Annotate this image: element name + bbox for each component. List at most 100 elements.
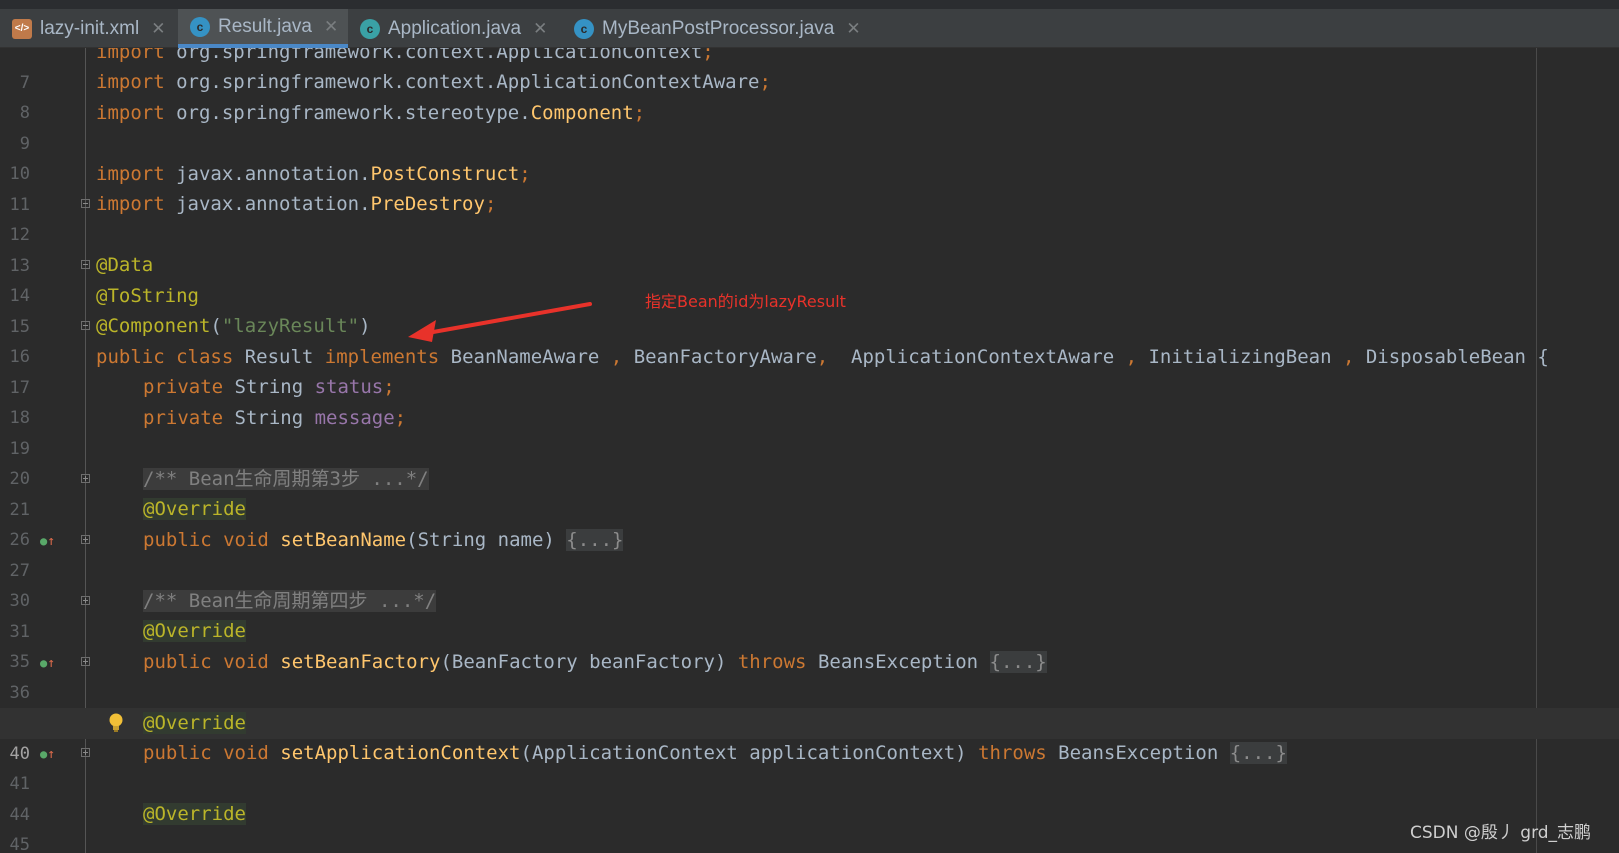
- code-line[interactable]: 30: [0, 555, 1619, 611]
- tab-result-java[interactable]: c Result.java ✕: [178, 9, 348, 48]
- keyword: import: [96, 48, 177, 63]
- implements-method-icon[interactable]: ●↑: [40, 655, 56, 671]
- semicolon: ;: [633, 102, 646, 124]
- code-line[interactable]: 35 @Override: [0, 616, 1619, 672]
- paren: (: [210, 315, 222, 337]
- field-name: message: [314, 407, 395, 429]
- code-line[interactable]: 9 import org.springframework.stereotype.…: [0, 98, 1619, 154]
- semicolon: ;: [394, 407, 407, 429]
- tab-label: Application.java: [388, 17, 522, 39]
- comma: ,: [816, 346, 852, 368]
- code-line[interactable]: 39: [0, 677, 1619, 733]
- code-line[interactable]: 7 import org.springframework.context.App…: [0, 48, 1619, 93]
- semicolon: ;: [484, 193, 497, 215]
- folded-body[interactable]: {...}: [989, 651, 1047, 673]
- code-line[interactable]: 36 ●↑ public void setBeanFactory(BeanFac…: [0, 647, 1619, 703]
- close-icon[interactable]: ✕: [324, 17, 338, 37]
- package-name: org.springframework.context.ApplicationC…: [176, 71, 760, 93]
- tab-application-java[interactable]: c Application.java ✕: [348, 9, 556, 48]
- interface-name: ApplicationContextAware: [851, 346, 1126, 368]
- current-code-line[interactable]: 40 @Override: [0, 708, 1619, 764]
- package-name: org.springframework.context.ApplicationC…: [176, 48, 703, 63]
- lightbulb-icon[interactable]: [108, 712, 124, 734]
- code-line[interactable]: 27 ●↑ public void setBeanName(String nam…: [0, 525, 1619, 581]
- code-line[interactable]: 16 @Component("lazyResult"): [0, 311, 1619, 367]
- close-icon[interactable]: ✕: [151, 19, 165, 39]
- tab-lazy-init-xml[interactable]: </> lazy-init.xml ✕: [0, 9, 178, 48]
- close-icon[interactable]: ✕: [533, 19, 547, 39]
- code-line[interactable]: 19 private String message;: [0, 403, 1619, 459]
- fold-toggle-icon[interactable]: [81, 474, 90, 483]
- folded-doc-comment[interactable]: /** Bean生命周期第四步 ...*/: [143, 590, 437, 612]
- type-name: String: [234, 407, 315, 429]
- annotation: @Data: [96, 254, 154, 276]
- fold-toggle-icon[interactable]: [81, 260, 90, 269]
- keyword: public void: [143, 742, 281, 764]
- keyword: import: [96, 193, 177, 215]
- tab-mybeanpostprocessor-java[interactable]: c MyBeanPostProcessor.java ✕: [562, 9, 862, 48]
- folded-doc-comment[interactable]: /** Bean生命周期第3步 ...*/: [143, 468, 429, 490]
- package-name: javax.annotation.: [176, 193, 371, 215]
- annotation: @Override: [143, 498, 246, 520]
- tab-label: Result.java: [218, 15, 312, 37]
- xml-file-icon: </>: [12, 18, 32, 39]
- annotation: @Override: [143, 803, 246, 825]
- package-name: org.springframework.stereotype.: [176, 102, 531, 124]
- parameters: (String name): [406, 529, 567, 551]
- code-line[interactable]: 44: [0, 769, 1619, 825]
- fold-toggle-icon[interactable]: [81, 657, 90, 666]
- code-line[interactable]: 14 @Data: [0, 250, 1619, 306]
- code-line[interactable]: 31 /** Bean生命周期第四步 ...*/: [0, 586, 1619, 642]
- package-name: javax.annotation.: [176, 163, 371, 185]
- code-line[interactable]: 17 public class Result implements BeanNa…: [0, 342, 1619, 398]
- keyword: private: [143, 407, 235, 429]
- keyword: throws: [978, 742, 1059, 764]
- code-line[interactable]: 45 @Override: [0, 799, 1619, 853]
- interface-name: InitializingBean: [1148, 346, 1343, 368]
- code-line[interactable]: 8 import org.springframework.context.App…: [0, 67, 1619, 123]
- line-number: 45: [9, 835, 30, 853]
- java-class-icon: c: [574, 18, 594, 39]
- class-reference: PreDestroy: [370, 193, 485, 215]
- code-line[interactable]: 12 import javax.annotation.PreDestroy;: [0, 189, 1619, 245]
- keyword: import: [96, 71, 177, 93]
- annotation-arrow: [408, 302, 592, 342]
- fold-toggle-icon[interactable]: [81, 596, 90, 605]
- class-reference: PostConstruct: [370, 163, 520, 185]
- code-line[interactable]: 21 /** Bean生命周期第3步 ...*/: [0, 464, 1619, 520]
- code-line[interactable]: 41 ●↑ public void setApplicationContext(…: [0, 738, 1619, 794]
- comma: ,: [1342, 346, 1366, 368]
- java-runnable-class-icon: c: [360, 18, 380, 39]
- exception-name: BeansException: [1058, 742, 1230, 764]
- code-line[interactable]: 10: [0, 128, 1619, 184]
- code-editor[interactable]: 7 import org.springframework.context.App…: [0, 48, 1619, 853]
- keyword: public class: [96, 346, 245, 368]
- code-line[interactable]: 13: [0, 220, 1619, 276]
- method-name: setBeanFactory: [280, 651, 441, 673]
- code-line[interactable]: 20: [0, 433, 1619, 489]
- fold-toggle-icon[interactable]: [81, 535, 90, 544]
- exception-name: BeansException: [817, 651, 990, 673]
- fold-toggle-icon[interactable]: [81, 748, 90, 757]
- parameters: (BeanFactory beanFactory): [440, 651, 738, 673]
- semicolon: ;: [759, 71, 771, 93]
- tab-label: MyBeanPostProcessor.java: [602, 17, 835, 39]
- close-icon[interactable]: ✕: [846, 19, 860, 39]
- fold-toggle-icon[interactable]: [81, 199, 90, 208]
- folded-body[interactable]: {...}: [1229, 742, 1287, 764]
- comma: ,: [1125, 346, 1149, 368]
- semicolon: ;: [702, 48, 714, 63]
- code-line[interactable]: 26 @Override: [0, 494, 1619, 550]
- code-line[interactable]: 11 import javax.annotation.PostConstruct…: [0, 159, 1619, 215]
- fold-toggle-icon[interactable]: [81, 321, 90, 330]
- code-line[interactable]: 18 private String status;: [0, 372, 1619, 428]
- implements-method-icon[interactable]: ●↑: [40, 533, 56, 549]
- string-literal: "lazyResult": [221, 315, 360, 337]
- keyword: public void: [143, 529, 281, 551]
- implements-method-icon[interactable]: ●↑: [40, 746, 56, 762]
- comma: ,: [610, 346, 634, 368]
- annotation: @Override: [143, 712, 246, 734]
- breadcrumb-strip: [0, 0, 1619, 9]
- folded-body[interactable]: {...}: [566, 529, 624, 551]
- keyword: throws: [737, 651, 818, 673]
